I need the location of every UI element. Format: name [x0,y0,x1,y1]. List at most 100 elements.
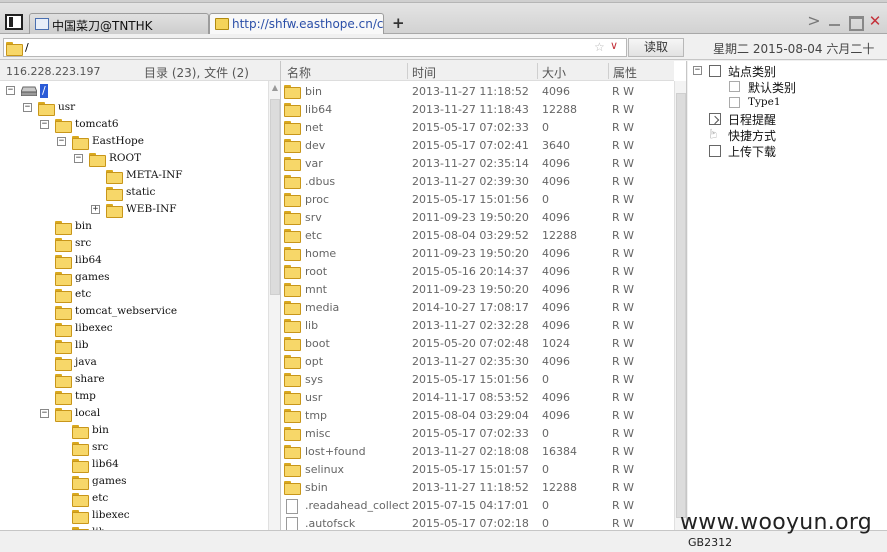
maximize-icon[interactable] [847,14,864,31]
tree-node[interactable]: libexec [0,321,268,338]
file-row[interactable]: var 2013-11-27 02:35:14 4096 R W [281,154,674,172]
column-name[interactable]: 名称 [287,64,311,81]
file-row[interactable]: root 2015-05-16 20:14:37 4096 R W [281,262,674,280]
tree-node[interactable]: etc [0,491,268,508]
column-header: 名称 时间 大小 属性 [281,61,674,81]
file-row[interactable]: sys 2015-05-17 15:01:56 0 R W [281,370,674,388]
tree-node[interactable]: − / [0,83,268,100]
encoding-label[interactable]: GB2312 [688,536,732,549]
file-size: 4096 [542,301,570,314]
file-row[interactable]: bin 2013-11-27 11:18:52 4096 R W [281,82,674,100]
file-attr: R W [612,481,635,494]
tree-scrollbar[interactable]: ▲ [268,81,280,530]
tree-node[interactable]: share [0,372,268,389]
chevron-right-icon[interactable]: > [806,13,822,30]
tree-node[interactable]: games [0,474,268,491]
tree-node[interactable]: − local [0,406,268,423]
file-row[interactable]: lib64 2013-11-27 11:18:43 12288 R W [281,100,674,118]
file-size: 16384 [542,445,577,458]
column-attr[interactable]: 属性 [613,64,637,81]
sidebar-item[interactable]: 上传下载 [688,143,887,159]
column-size[interactable]: 大小 [542,64,566,81]
tree-node[interactable]: src [0,236,268,253]
app-icon[interactable] [5,14,23,30]
file-row[interactable]: srv 2011-09-23 19:50:20 4096 R W [281,208,674,226]
tree-node[interactable]: tmp [0,389,268,406]
folder-icon [55,255,72,269]
tree-node[interactable]: etc [0,287,268,304]
file-list-scrollbar[interactable] [674,81,686,530]
tree-node[interactable]: src [0,440,268,457]
minimize-icon[interactable] [827,14,843,30]
tree-node[interactable]: bin [0,423,268,440]
file-row[interactable]: .dbus 2013-11-27 02:39:30 4096 R W [281,172,674,190]
collapse-icon[interactable]: − [6,86,15,95]
tree-node[interactable]: − tomcat6 [0,117,268,134]
sidebar-item[interactable]: Type1 [688,95,887,111]
tree-node[interactable]: lib64 [0,253,268,270]
tree-node[interactable]: META-INF [0,168,268,185]
file-row[interactable]: opt 2013-11-27 02:35:30 4096 R W [281,352,674,370]
tree-node[interactable]: lib64 [0,457,268,474]
collapse-icon[interactable]: − [40,120,49,129]
collapse-icon[interactable]: − [40,409,49,418]
tree-node[interactable]: bin [0,219,268,236]
file-row[interactable]: lost+found 2013-11-27 02:18:08 16384 R W [281,442,674,460]
file-attr: R W [612,499,635,512]
expand-icon[interactable]: + [91,205,100,214]
scrollbar-thumb[interactable] [270,99,280,295]
file-size: 4096 [542,319,570,332]
new-tab-button[interactable]: + [392,14,405,32]
file-row[interactable]: mnt 2011-09-23 19:50:20 4096 R W [281,280,674,298]
sidebar-item[interactable]: 默认类别 [688,79,887,95]
path-input[interactable] [25,40,575,55]
tab-chopper[interactable]: 中国菜刀@TNTHK [29,13,209,34]
file-row[interactable]: .readahead_collect 2015-07-15 04:17:01 0 R … [281,496,674,514]
column-time[interactable]: 时间 [412,64,436,81]
star-icon[interactable]: ☆ [594,40,605,54]
scrollbar-thumb[interactable] [676,93,686,518]
tree-node[interactable]: java [0,355,268,372]
file-row[interactable]: dev 2015-05-17 07:02:41 3640 R W [281,136,674,154]
tree-label: etc [92,492,109,504]
file-size: 4096 [542,283,570,296]
tree-node[interactable]: − usr [0,100,268,117]
file-row[interactable]: etc 2015-08-04 03:29:52 12288 R W [281,226,674,244]
sidebar-item[interactable]: − 站点类别 [688,63,887,79]
file-name: var [305,157,323,170]
collapse-icon[interactable]: − [57,137,66,146]
scroll-up-icon[interactable]: ▲ [270,83,280,95]
file-row[interactable]: net 2015-05-17 07:02:33 0 R W [281,118,674,136]
collapse-icon[interactable]: − [23,103,32,112]
sidebar-item[interactable]: 快捷方式 [688,127,887,143]
read-button[interactable]: 读取 [628,38,684,57]
file-row[interactable]: home 2011-09-23 19:50:20 4096 R W [281,244,674,262]
tree-node[interactable]: libexec [0,508,268,525]
file-row[interactable]: .autofsck 2015-05-17 07:02:18 0 R W [281,514,674,530]
sidebar-item[interactable]: 日程提醒 [688,111,887,127]
tree-node[interactable]: + WEB-INF [0,202,268,219]
file-row[interactable]: tmp 2015-08-04 03:29:04 4096 R W [281,406,674,424]
chevron-down-icon[interactable]: ∨ [610,39,618,52]
tree-node[interactable]: static [0,185,268,202]
file-row[interactable]: selinux 2015-05-17 15:01:57 0 R W [281,460,674,478]
tree-node[interactable]: − EastHope [0,134,268,151]
close-icon[interactable]: ✕ [867,14,883,30]
tree-node[interactable]: games [0,270,268,287]
path-box: ☆ ∨ [3,38,627,57]
file-row[interactable]: boot 2015-05-20 07:02:48 1024 R W [281,334,674,352]
file-size: 0 [542,499,549,512]
file-row[interactable]: misc 2015-05-17 07:02:33 0 R W [281,424,674,442]
tree-node[interactable]: lib [0,338,268,355]
file-row[interactable]: usr 2014-11-17 08:53:52 4096 R W [281,388,674,406]
tree-node[interactable]: − ROOT [0,151,268,168]
file-size: 12288 [542,103,577,116]
file-row[interactable]: media 2014-10-27 17:08:17 4096 R W [281,298,674,316]
tab-file-manager[interactable]: http://shfw.easthope.cn/css.j... [209,13,384,34]
collapse-icon[interactable]: − [74,154,83,163]
file-row[interactable]: lib 2013-11-27 02:32:28 4096 R W [281,316,674,334]
tree-node[interactable]: tomcat_webservice [0,304,268,321]
file-row[interactable]: sbin 2013-11-27 11:18:52 12288 R W [281,478,674,496]
collapse-icon[interactable]: − [693,66,702,75]
file-row[interactable]: proc 2015-05-17 15:01:56 0 R W [281,190,674,208]
